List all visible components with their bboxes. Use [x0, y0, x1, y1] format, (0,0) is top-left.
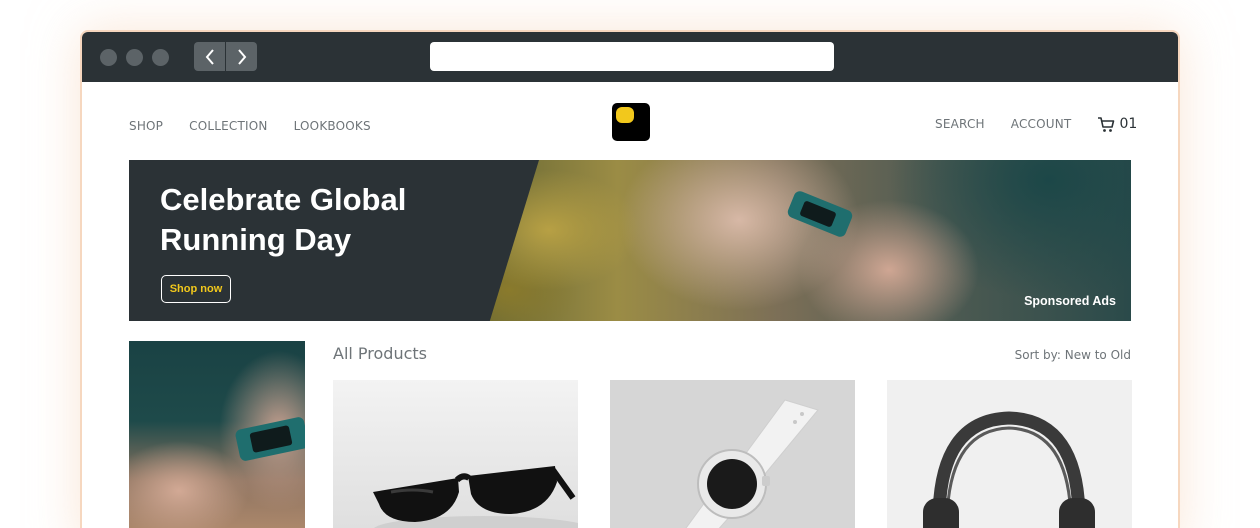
nav-shop[interactable]: SHOP [129, 119, 163, 133]
product-card-headphones[interactable] [887, 380, 1132, 528]
cart-button[interactable]: 01 [1097, 116, 1137, 133]
sort-dropdown[interactable]: Sort by: New to Old [1015, 348, 1131, 362]
brand-logo[interactable] [612, 103, 650, 141]
cart-count: 01 [1119, 116, 1138, 132]
browser-window: SHOP COLLECTION LOOKBOOKS SEARCH ACCOUNT… [80, 30, 1180, 528]
chevron-right-icon [237, 48, 246, 65]
hero-title: Celebrate Global Running Day [160, 182, 407, 257]
nav-collection[interactable]: COLLECTION [189, 119, 267, 133]
sunglasses-image [373, 466, 578, 528]
main-nav: SHOP COLLECTION LOOKBOOKS [129, 116, 371, 136]
window-control-dot[interactable] [152, 49, 169, 66]
promo-side-image[interactable] [129, 341, 305, 528]
utility-nav: SEARCH ACCOUNT 01 [935, 114, 1137, 134]
chevron-left-icon [205, 48, 214, 65]
nav-search[interactable]: SEARCH [935, 117, 985, 131]
window-control-dot[interactable] [126, 49, 143, 66]
smartwatch-image [685, 399, 819, 528]
cart-icon [1098, 116, 1115, 132]
headphones-image [923, 411, 1095, 528]
browser-titlebar [82, 32, 1178, 82]
forward-button[interactable] [226, 42, 257, 71]
product-card-smartwatch[interactable] [610, 380, 855, 528]
nav-account[interactable]: ACCOUNT [1011, 117, 1072, 131]
sponsored-label: Sponsored Ads [1024, 294, 1116, 308]
section-title: All Products [333, 344, 428, 363]
shop-now-button[interactable]: Shop now [161, 275, 231, 303]
window-control-dot[interactable] [100, 49, 117, 66]
back-button[interactable] [194, 42, 225, 71]
nav-lookbooks[interactable]: LOOKBOOKS [294, 119, 371, 133]
hero-banner[interactable]: Celebrate Global Running Day Shop now Sp… [129, 160, 1131, 321]
logo-mark [616, 107, 634, 123]
address-bar[interactable] [430, 42, 834, 71]
product-card-sunglasses[interactable] [333, 380, 578, 528]
